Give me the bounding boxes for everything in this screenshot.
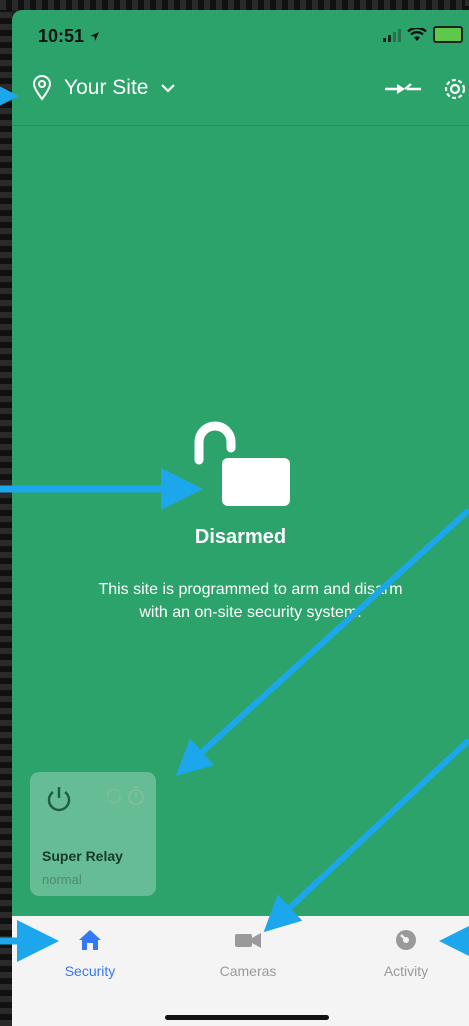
- location-pin-icon: [32, 75, 52, 101]
- timer-icon: [128, 786, 144, 805]
- description-line: This site is programmed to arm and disar…: [98, 581, 403, 598]
- home-icon: [79, 930, 101, 950]
- description-line: with an on-site security system.: [139, 604, 362, 621]
- site-name: Your Site: [64, 76, 149, 99]
- wifi-icon: [407, 27, 427, 41]
- relay-name: Super Relay: [42, 848, 123, 864]
- tab-label: Activity: [383, 963, 429, 979]
- tab-bar: Security Cameras Activity: [12, 916, 469, 1026]
- alarm-status-description: This site is programmed to arm and disar…: [52, 578, 449, 624]
- tab-label: Cameras: [219, 963, 277, 979]
- tab-label: Security: [64, 963, 116, 979]
- tab-activity[interactable]: Activity: [346, 928, 466, 979]
- status-bar: 10:51: [12, 10, 469, 60]
- unlocked-padlock-icon: [193, 420, 293, 515]
- battery-icon: [433, 26, 463, 43]
- gear-icon[interactable]: [441, 75, 469, 103]
- app-screen: 10:51 Your Site Disarmed This site is pr…: [12, 10, 469, 1026]
- tab-security[interactable]: Security: [30, 928, 150, 979]
- site-header: Your Site: [12, 65, 469, 126]
- video-camera-icon: [235, 933, 261, 948]
- relay-card[interactable]: Super Relay normal: [30, 772, 156, 896]
- activity-icon: [396, 930, 416, 950]
- header-actions: [383, 75, 469, 103]
- site-selector[interactable]: Your Site: [32, 75, 176, 101]
- location-arrow-icon: [90, 32, 99, 41]
- relay-state: normal: [42, 872, 82, 887]
- tab-cameras[interactable]: Cameras: [188, 928, 308, 979]
- device-frame-top: [0, 0, 469, 10]
- alarm-status-title: Disarmed: [194, 526, 287, 548]
- chevron-down-icon: [161, 84, 176, 93]
- status-time: 10:51: [38, 26, 100, 47]
- connection-icon[interactable]: [383, 80, 423, 98]
- device-frame-left: [0, 0, 12, 1026]
- sync-icon: [106, 788, 122, 804]
- home-indicator: [165, 1015, 329, 1020]
- status-icons: [383, 26, 463, 43]
- power-icon: [47, 787, 71, 812]
- cellular-signal-icon: [383, 28, 401, 42]
